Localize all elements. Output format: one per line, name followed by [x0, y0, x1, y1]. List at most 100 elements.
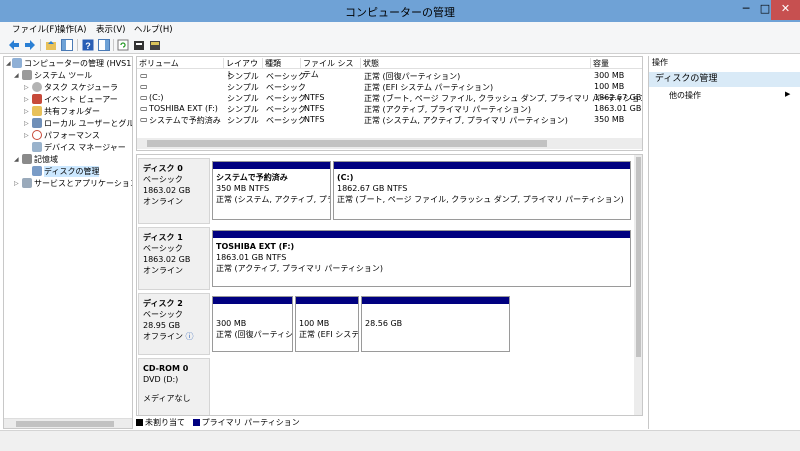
scrollbar-thumb[interactable] — [16, 421, 114, 427]
collapse-arrow-icon[interactable]: ▷ — [24, 94, 32, 105]
disk-label[interactable]: CD-ROM 0 DVD (D:) メディアなし — [138, 358, 210, 415]
minimize-button[interactable]: ─ — [733, 0, 759, 20]
volume-capacity: 300 MB — [594, 71, 625, 80]
maximize-button[interactable]: □ — [759, 0, 771, 20]
up-folder-icon[interactable] — [45, 39, 57, 51]
volume-layout: シンプル — [227, 116, 259, 125]
collapse-arrow-icon[interactable]: ▷ — [14, 178, 22, 189]
disk-properties-icon[interactable] — [149, 39, 161, 51]
volume-list: ボリューム レイアウト 種類 ファイル システム 状態 容量 ▭ シンプル ベー… — [136, 56, 643, 151]
volume-row[interactable]: ▭ TOSHIBA EXT (F:) シンプル ベーシック NTFS 正常 (ア… — [137, 103, 642, 114]
disk-status: オンライン — [143, 197, 183, 206]
disk-management-icon — [32, 166, 42, 176]
back-arrow-icon[interactable] — [8, 39, 20, 51]
show-tree-icon[interactable] — [61, 39, 73, 51]
partition[interactable]: (C:) 1862.67 GB NTFS 正常 (ブート, ページ ファイル, … — [333, 161, 631, 220]
volume-capacity: 350 MB — [594, 115, 625, 124]
volume-status: 正常 (システム, アクティブ, プライマリ パーティション) — [364, 116, 568, 125]
partition-size: 300 MB — [216, 319, 247, 328]
disk-row: ディスク 2 ベーシック 28.95 GB オフライン ⓘ 300 MB 正常 … — [137, 293, 633, 355]
partition-size: 28.56 GB — [365, 319, 403, 328]
help-icon[interactable]: ? — [82, 39, 94, 51]
disk-partitions: 300 MB 正常 (回復パーティショ 100 MB 正常 (EFI システ 2… — [211, 293, 633, 355]
disk-size: 28.95 GB — [143, 321, 181, 330]
info-icon[interactable]: ⓘ — [186, 332, 194, 341]
actions-section-disk-management[interactable]: ディスクの管理 — [649, 72, 800, 87]
volume-capacity: 100 MB — [594, 82, 625, 91]
menu-view[interactable]: 表示(V) — [96, 23, 125, 35]
disk-row: CD-ROM 0 DVD (D:) メディアなし — [137, 358, 633, 415]
partition-size: 100 MB — [299, 319, 330, 328]
clock-icon — [32, 82, 42, 92]
title-bar: コンピューターの管理 ─ □ ✕ — [0, 0, 800, 22]
scrollbar-thumb[interactable] — [636, 157, 641, 357]
volume-filesystem: NTFS — [304, 93, 325, 102]
volume-list-horizontal-scrollbar[interactable] — [137, 138, 642, 149]
volume-row[interactable]: ▭ (C:) シンプル ベーシック NTFS 正常 (ブート, ページ ファイル… — [137, 92, 642, 103]
partition-bar — [362, 297, 509, 304]
scrollbar-thumb[interactable] — [147, 140, 547, 147]
collapse-arrow-icon[interactable]: ▷ — [24, 82, 32, 93]
disk-type: ベーシック — [143, 175, 183, 184]
disk-status: オンライン — [143, 266, 183, 275]
services-icon — [22, 178, 32, 188]
column-header-status[interactable]: 状態 — [361, 58, 591, 69]
column-header-filesystem[interactable]: ファイル システム — [301, 58, 361, 79]
menu-file[interactable]: ファイル(F) — [12, 23, 58, 35]
volume-type: ベーシック — [266, 116, 306, 125]
disk-status: オフライン — [143, 332, 183, 341]
volume-filesystem: NTFS — [304, 104, 325, 113]
actions-header: 操作 — [652, 58, 668, 67]
disk-label[interactable]: ディスク 0 ベーシック 1863.02 GB オンライン — [138, 158, 210, 224]
collapse-arrow-icon[interactable]: ▷ — [24, 106, 32, 117]
unallocated-swatch — [136, 419, 143, 426]
menu-action[interactable]: 操作(A) — [57, 23, 86, 35]
tree-item-label: デバイス マネージャー — [44, 143, 126, 152]
expand-arrow-icon[interactable]: ◢ — [14, 154, 22, 165]
disk-status: メディアなし — [143, 394, 191, 403]
partition[interactable]: 100 MB 正常 (EFI システ — [295, 296, 359, 352]
partition-bar — [334, 162, 630, 169]
disk-label[interactable]: ディスク 1 ベーシック 1863.02 GB オンライン — [138, 227, 210, 290]
partition-state: 正常 (ブート, ページ ファイル, クラッシュ ダンプ, プライマリ パーティ… — [337, 195, 624, 204]
more-actions-item[interactable]: 他の操作 — [669, 90, 701, 101]
column-header-type[interactable]: 種類 — [263, 58, 301, 69]
volume-capacity: 1862.67 GB — [594, 93, 642, 102]
partition-size: 1862.67 GB NTFS — [337, 184, 408, 193]
column-header-volume[interactable]: ボリューム — [137, 58, 224, 69]
show-pane-icon[interactable] — [98, 39, 110, 51]
volume-row[interactable]: ▭ シンプル ベーシック 正常 (EFI システム パーティション) 100 M… — [137, 81, 642, 92]
forward-arrow-icon[interactable] — [24, 39, 36, 51]
partition[interactable]: 28.56 GB — [361, 296, 510, 352]
volume-name: (C:) — [149, 93, 164, 102]
collapse-arrow-icon[interactable]: ▷ — [24, 118, 32, 129]
volume-row[interactable]: ▭ シンプル ベーシック 正常 (回復パーティション) 300 MB — [137, 70, 642, 81]
storage-icon — [22, 154, 32, 164]
column-header-layout[interactable]: レイアウト — [224, 58, 263, 79]
tree-horizontal-scrollbar[interactable] — [4, 418, 132, 428]
users-icon — [32, 118, 42, 128]
volume-row[interactable]: ▭ システムで予約済み シンプル ベーシック NTFS 正常 (システム, アク… — [137, 114, 642, 125]
submenu-arrow-icon[interactable]: ▶ — [785, 90, 790, 98]
collapse-arrow-icon[interactable]: ▷ — [24, 130, 32, 141]
disk-partitions: TOSHIBA EXT (F:) 1863.01 GB NTFS 正常 (アクテ… — [211, 227, 633, 290]
tree-item-label: 共有フォルダー — [44, 107, 100, 116]
column-header-capacity[interactable]: 容量 — [591, 58, 642, 69]
disk-label[interactable]: ディスク 2 ベーシック 28.95 GB オフライン ⓘ — [138, 293, 210, 355]
refresh-icon[interactable] — [117, 39, 129, 51]
volume-filesystem: NTFS — [304, 115, 325, 124]
partition-bar — [213, 231, 630, 238]
properties-icon[interactable] — [133, 39, 145, 51]
disk-map-vertical-scrollbar[interactable] — [634, 155, 642, 415]
disk-type: ベーシック — [143, 310, 183, 319]
computer-management-icon — [12, 58, 22, 68]
menu-help[interactable]: ヘルプ(H) — [134, 23, 173, 35]
partition[interactable]: 300 MB 正常 (回復パーティショ — [212, 296, 293, 352]
volume-icon: ▭ — [140, 71, 148, 80]
tree-item-label: サービスとアプリケーション — [34, 179, 133, 188]
tree-item-label: コンピューターの管理 (HVS12R2) — [24, 59, 132, 68]
expand-arrow-icon[interactable]: ◢ — [14, 70, 22, 81]
partition[interactable]: TOSHIBA EXT (F:) 1863.01 GB NTFS 正常 (アクテ… — [212, 230, 631, 287]
partition[interactable]: システムで予約済み 350 MB NTFS 正常 (システム, アクティブ, プ… — [212, 161, 331, 220]
close-button[interactable]: ✕ — [771, 0, 800, 20]
